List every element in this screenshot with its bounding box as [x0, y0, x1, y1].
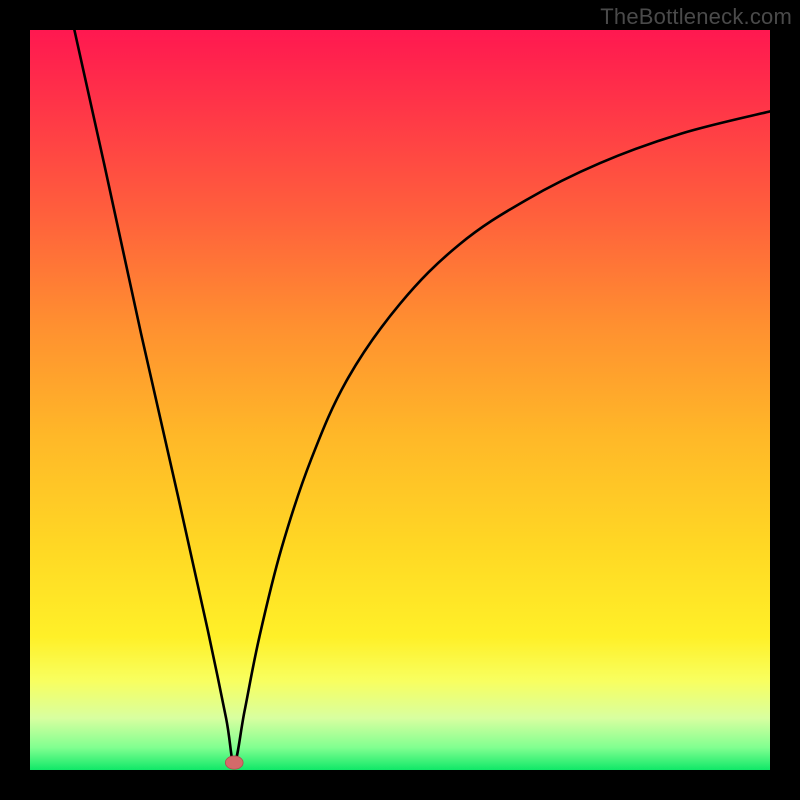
- watermark-text: TheBottleneck.com: [600, 4, 792, 30]
- plot-area: [30, 30, 770, 770]
- bottleneck-curve: [74, 30, 770, 763]
- chart-frame: TheBottleneck.com: [0, 0, 800, 800]
- curve-layer: [30, 30, 770, 770]
- minimum-dot: [225, 756, 243, 769]
